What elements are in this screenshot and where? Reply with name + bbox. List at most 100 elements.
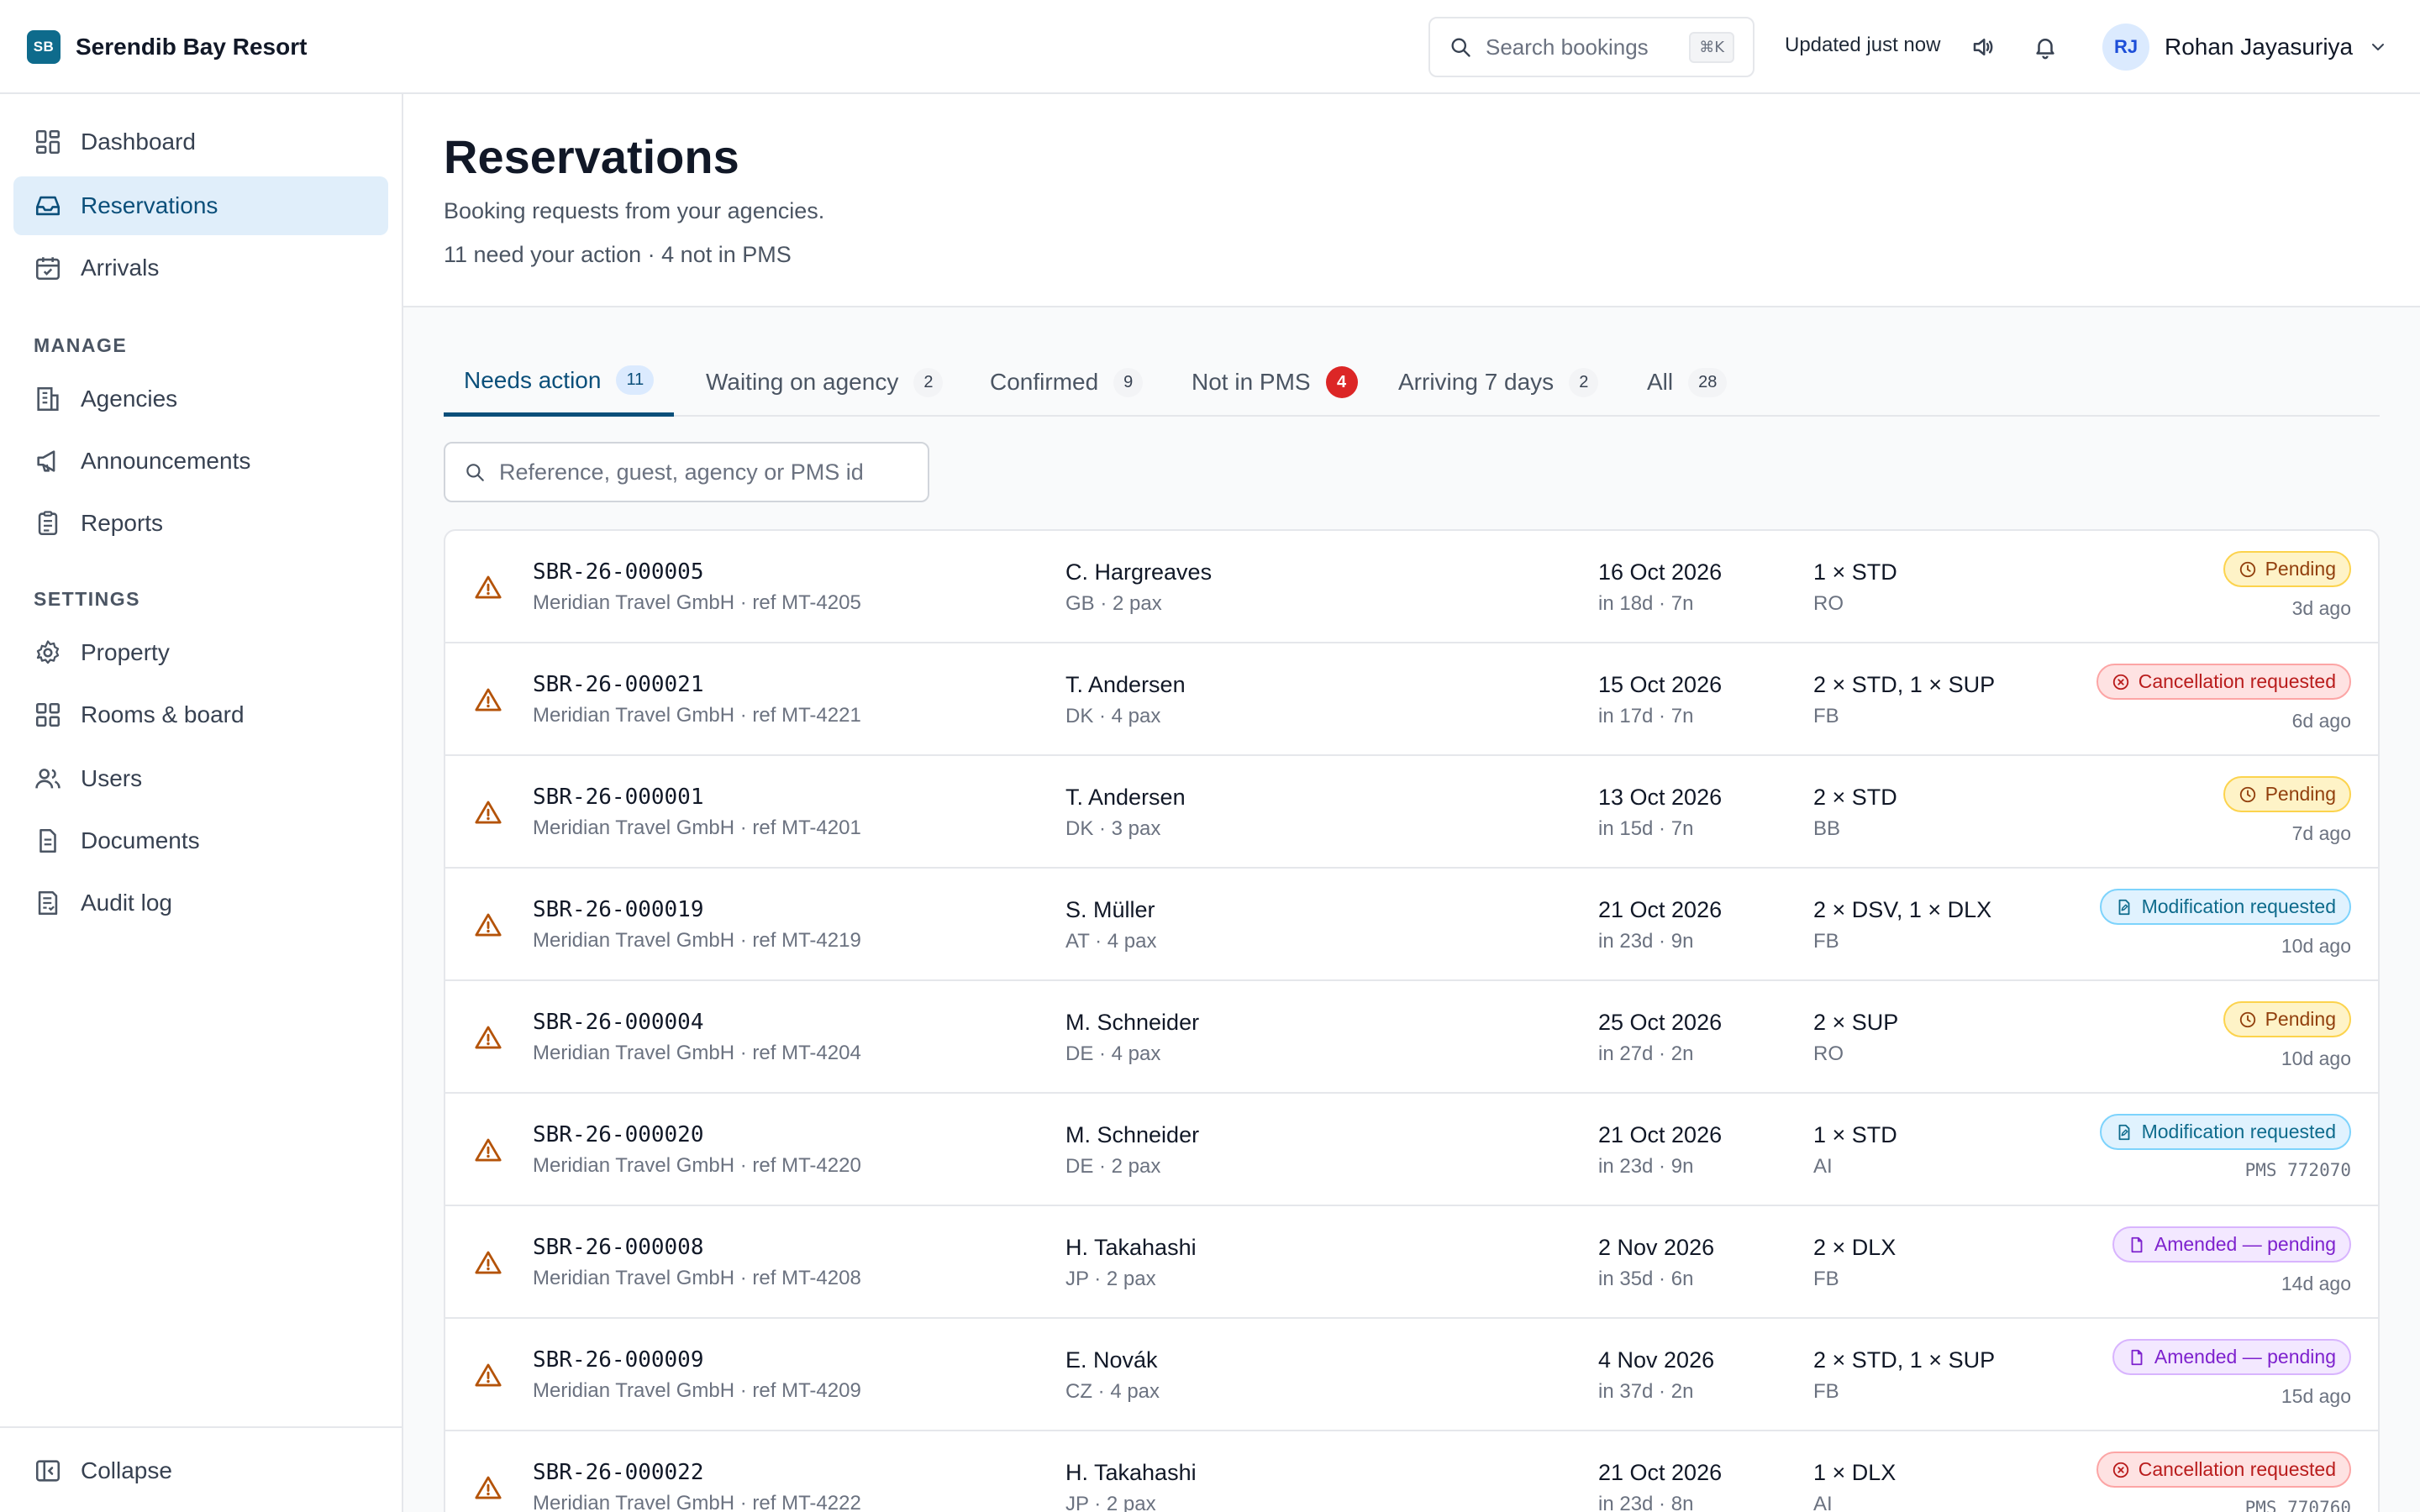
- tab-all[interactable]: All 28: [1647, 348, 1728, 417]
- guest-cell: M. Schneider DE · 2 pax: [1065, 1122, 1199, 1179]
- board-basis: FB: [1813, 705, 1839, 727]
- sidebar-item-documents[interactable]: Documents: [13, 811, 388, 870]
- booking-reference: SBR-26-000021: [533, 672, 704, 697]
- guest-meta: AT · 4 pax: [1065, 930, 1157, 953]
- file-pending-icon: [2131, 1236, 2143, 1252]
- stay-meta: in 23d · 8n: [1598, 1493, 1694, 1512]
- status-cell: Cancellation requested PMS 770760: [2096, 1452, 2351, 1512]
- booking-reference: SBR-26-000005: [533, 559, 704, 585]
- guest-meta: DE · 2 pax: [1065, 1155, 1161, 1178]
- stay-meta: in 23d · 9n: [1598, 1155, 1694, 1178]
- rooms-cell: 2 × STD, 1 × SUP FB: [1813, 672, 1995, 728]
- tab-needs-action[interactable]: Needs action 11: [444, 348, 675, 417]
- sidebar-item-audit-log[interactable]: Audit log: [13, 874, 388, 932]
- guest-meta: DK · 4 pax: [1065, 705, 1161, 727]
- status-label: Cancellation requested: [2138, 1458, 2336, 1480]
- sidebar-item-label: Documents: [81, 827, 200, 853]
- page-header: Reservations Booking requests from your …: [403, 94, 2420, 307]
- clock-icon: [2239, 561, 2255, 577]
- status-badge: Cancellation requested: [2096, 664, 2351, 700]
- guest-meta: JP · 2 pax: [1065, 1493, 1156, 1512]
- tab-arriving-7-days[interactable]: Arriving 7 days 2: [1398, 348, 1599, 417]
- megaphone-icon: [37, 450, 55, 472]
- guest-meta: CZ · 4 pax: [1065, 1380, 1160, 1403]
- status-cell: Pending 3d ago: [2223, 551, 2351, 620]
- notifications-button[interactable]: [2028, 30, 2062, 64]
- table-row[interactable]: SBR-26-000004 Meridian Travel GmbH · ref …: [445, 981, 2378, 1094]
- arrival-date: 25 Oct 2026: [1598, 1010, 1723, 1035]
- reservation-search-input[interactable]: Reference, guest, agency or PMS id: [444, 442, 929, 502]
- warning-icon: [475, 1363, 502, 1387]
- tab-confirmed[interactable]: Confirmed 9: [990, 348, 1144, 417]
- sidebar-item-announcements[interactable]: Announcements: [13, 432, 388, 491]
- sidebar-item-label: Announcements: [81, 448, 251, 474]
- status-cell: Pending 7d ago: [2223, 776, 2351, 845]
- table-row[interactable]: SBR-26-000020 Meridian Travel GmbH · ref …: [445, 1094, 2378, 1206]
- rooms-cell: 2 × STD BB: [1813, 785, 1897, 841]
- tab-label: Confirmed: [990, 369, 1099, 395]
- booking-reference: SBR-26-000004: [533, 1010, 704, 1035]
- collapse-label: Collapse: [81, 1457, 172, 1483]
- guest-meta: DK · 3 pax: [1065, 817, 1161, 840]
- sidebar-item-arrivals[interactable]: Arrivals: [13, 239, 388, 297]
- status-label: Cancellation requested: [2138, 670, 2336, 692]
- rooms: 1 × STD: [1813, 559, 1897, 585]
- tab-waiting-on-agency[interactable]: Waiting on agency 2: [706, 348, 944, 417]
- date-cell: 16 Oct 2026 in 18d · 7n: [1598, 559, 1722, 616]
- table-row[interactable]: SBR-26-000008 Meridian Travel GmbH · ref …: [445, 1206, 2378, 1319]
- inbox-icon: [35, 196, 60, 216]
- sound-button[interactable]: [1966, 30, 2000, 64]
- sidebar-item-reports[interactable]: Reports: [13, 494, 388, 553]
- booking-reference: SBR-26-000022: [533, 1460, 704, 1485]
- warning-icon: [475, 1138, 502, 1162]
- tab-label: Not in PMS: [1192, 369, 1311, 395]
- table-row[interactable]: SBR-26-000009 Meridian Travel GmbH · ref …: [445, 1319, 2378, 1431]
- user-menu[interactable]: RJ Rohan Jayasuriya: [2102, 24, 2388, 71]
- tab-count: 28: [1688, 367, 1728, 397]
- guest-name: M. Schneider: [1065, 1010, 1200, 1035]
- rooms: 2 × STD: [1813, 785, 1897, 810]
- clipboard-icon: [38, 511, 58, 536]
- sidebar-item-reservations[interactable]: Reservations: [13, 176, 388, 235]
- table-row[interactable]: SBR-26-000005 Meridian Travel GmbH · ref …: [445, 531, 2378, 643]
- user-name: Rohan Jayasuriya: [2165, 34, 2354, 60]
- agency-reference: Meridian Travel GmbH · ref MT-4220: [533, 1154, 861, 1177]
- brand[interactable]: SB Serendib Bay Resort: [27, 30, 307, 64]
- guest-cell: H. Takahashi JP · 2 pax: [1065, 1460, 1197, 1512]
- table-row[interactable]: SBR-26-000019 Meridian Travel GmbH · ref …: [445, 869, 2378, 981]
- arrival-date: 4 Nov 2026: [1598, 1347, 1715, 1373]
- building-icon: [37, 386, 59, 412]
- reservation-list: SBR-26-000005 Meridian Travel GmbH · ref …: [444, 529, 2380, 1512]
- sidebar-item-label: Users: [81, 765, 143, 791]
- row-meta: 6d ago: [2291, 710, 2351, 732]
- date-cell: 21 Oct 2026 in 23d · 9n: [1598, 1122, 1722, 1179]
- tab-label: Waiting on agency: [706, 369, 899, 395]
- sidebar-item-agencies[interactable]: Agencies: [13, 370, 388, 428]
- board-basis: FB: [1813, 1268, 1839, 1290]
- sidebar-item-property[interactable]: Property: [13, 623, 388, 682]
- warning-icon: [475, 688, 502, 711]
- collapse-button[interactable]: Collapse: [13, 1441, 388, 1500]
- rooms: 2 × STD, 1 × SUP: [1813, 672, 1996, 697]
- table-row[interactable]: SBR-26-000022 Meridian Travel GmbH · ref …: [445, 1431, 2378, 1512]
- bell-icon: [2036, 39, 2054, 60]
- table-row[interactable]: SBR-26-000001 Meridian Travel GmbH · ref …: [445, 756, 2378, 869]
- table-row[interactable]: SBR-26-000021 Meridian Travel GmbH · ref …: [445, 643, 2378, 756]
- row-meta: 7d ago: [2291, 822, 2351, 844]
- x-circle-icon: [2112, 674, 2128, 690]
- tab-not-in-pms[interactable]: Not in PMS 4: [1192, 348, 1358, 417]
- sidebar-item-users[interactable]: Users: [13, 749, 388, 808]
- sidebar-item-rooms-board[interactable]: Rooms & board: [13, 685, 388, 744]
- guest-name: E. Novák: [1065, 1347, 1158, 1373]
- agency-reference: Meridian Travel GmbH · ref MT-4209: [533, 1379, 861, 1402]
- calendar-check-icon: [35, 257, 60, 281]
- sidebar-footer: Collapse: [0, 1426, 402, 1512]
- global-search[interactable]: Search bookings ⌘K: [1428, 17, 1754, 77]
- rooms: 1 × DLX: [1813, 1460, 1897, 1485]
- board-basis: FB: [1813, 930, 1839, 953]
- reference-cell: SBR-26-000004 Meridian Travel GmbH · ref …: [533, 1010, 861, 1065]
- reference-cell: SBR-26-000021 Meridian Travel GmbH · ref …: [533, 672, 861, 727]
- guest-name: S. Müller: [1065, 897, 1155, 922]
- status-label: Modification requested: [2141, 895, 2336, 917]
- sidebar-item-dashboard[interactable]: Dashboard: [13, 113, 388, 171]
